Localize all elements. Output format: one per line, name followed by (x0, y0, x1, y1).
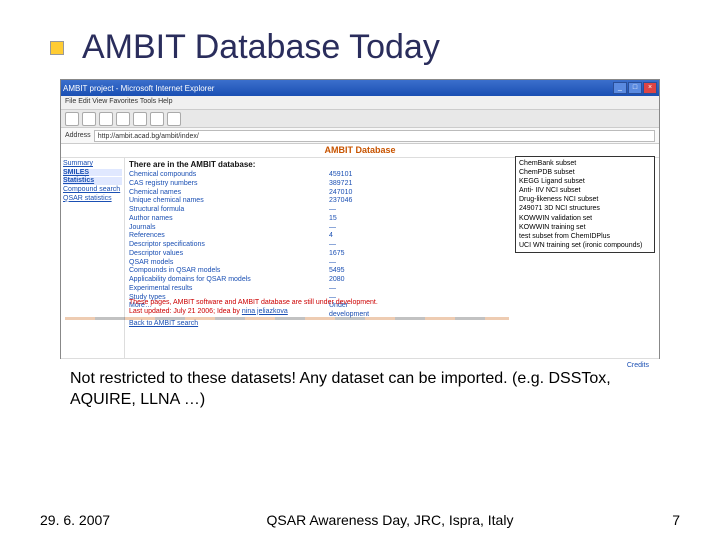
favorites-icon[interactable] (167, 112, 181, 126)
stat-value: — (329, 224, 389, 233)
stat-row: Experimental results— (129, 285, 655, 294)
menubar[interactable]: File Edit View Favorites Tools Help (61, 96, 659, 110)
search-icon[interactable] (150, 112, 164, 126)
stat-label: Author names (129, 215, 329, 224)
slide-page-number: 7 (650, 512, 680, 528)
stat-value: 4 (329, 232, 389, 241)
stat-label: Experimental results (129, 285, 329, 294)
stat-value: 2080 (329, 276, 389, 285)
dataset-item: KOWWIN validation set (519, 214, 651, 223)
stat-label: Chemical compounds (129, 171, 329, 180)
window-titlebar: AMBIT project - Microsoft Internet Explo… (61, 80, 659, 96)
back-link[interactable]: Back to AMBIT search (129, 320, 329, 329)
stat-label: Unique chemical names (129, 197, 329, 206)
slide-event: QSAR Awareness Day, JRC, Ispra, Italy (130, 512, 650, 528)
stat-value: 389721 (329, 180, 389, 189)
slide-date: 29. 6. 2007 (40, 512, 130, 528)
sidebar: Summary SMILES Statistics Compound searc… (61, 158, 125, 358)
sidebar-item-smiles[interactable]: SMILES (63, 169, 122, 177)
stat-value: 15 (329, 215, 389, 224)
stat-value: 237046 (329, 197, 389, 206)
stat-value: 1675 (329, 250, 389, 259)
credits-footer: Credits (61, 358, 659, 372)
close-button[interactable]: × (643, 82, 657, 94)
address-label: Address (65, 132, 91, 139)
dataset-item: ChemPDB subset (519, 168, 651, 177)
sidebar-item-summary[interactable]: Summary (63, 160, 122, 168)
minimize-button[interactable]: _ (613, 82, 627, 94)
forward-icon[interactable] (82, 112, 96, 126)
stat-row: Compounds in QSAR models5495 (129, 267, 655, 276)
window-title: AMBIT project - Microsoft Internet Explo… (63, 84, 214, 93)
maximize-button[interactable]: □ (628, 82, 642, 94)
browser-screenshot: AMBIT project - Microsoft Internet Explo… (60, 79, 660, 359)
sidebar-item-compound-search[interactable]: Compound search (63, 186, 122, 194)
title-bullet (50, 41, 64, 55)
credits-link[interactable]: Credits (627, 362, 649, 369)
stat-label: Descriptor values (129, 250, 329, 259)
stat-value: — (329, 241, 389, 250)
dev-note: These pages, AMBIT software and AMBIT da… (129, 299, 378, 316)
main-content: There are in the AMBIT database: Chemica… (125, 158, 659, 358)
stat-value: 247010 (329, 189, 389, 198)
dataset-item: KEGG Ligand subset (519, 177, 651, 186)
stat-label: Chemical names (129, 189, 329, 198)
slide-caption: Not restricted to these datasets! Any da… (70, 369, 650, 411)
dataset-item: KOWWIN training set (519, 223, 651, 232)
home-icon[interactable] (133, 112, 147, 126)
dataset-item: ChemBank subset (519, 159, 651, 168)
stat-label: Descriptor specifications (129, 241, 329, 250)
dataset-item: test subset from ChemIDPlus (519, 232, 651, 241)
stat-value: — (329, 206, 389, 215)
dataset-item: Anti- IIV NCI subset (519, 186, 651, 195)
url-field[interactable]: http://ambit.acad.bg/ambit/index/ (94, 130, 655, 142)
sidebar-item-qsar-stats[interactable]: QSAR statistics (63, 195, 122, 203)
datasets-popup: ChemBank subsetChemPDB subsetKEGG Ligand… (515, 156, 655, 253)
stat-label: CAS registry numbers (129, 180, 329, 189)
stat-value: 5495 (329, 267, 389, 276)
dataset-item: Drug-likeness NCI subset (519, 195, 651, 204)
slide-title: AMBIT Database Today (82, 28, 440, 67)
progress-bar (65, 317, 509, 320)
sidebar-item-statistics[interactable]: Statistics (63, 177, 122, 185)
stat-label: Applicability domains for QSAR models (129, 276, 329, 285)
stat-label: References (129, 232, 329, 241)
address-bar: Address http://ambit.acad.bg/ambit/index… (61, 128, 659, 144)
stop-icon[interactable] (99, 112, 113, 126)
dev-note-line2: Last updated: July 21 2006; Idea by (129, 308, 242, 315)
stat-label: Journals (129, 224, 329, 233)
stat-value: — (329, 285, 389, 294)
stat-label: QSAR models (129, 259, 329, 268)
stat-row: QSAR models— (129, 259, 655, 268)
author-link[interactable]: nina jeliazkova (242, 308, 288, 315)
stat-value: — (329, 259, 389, 268)
stat-label: Structural formula (129, 206, 329, 215)
stat-value: 459101 (329, 171, 389, 180)
refresh-icon[interactable] (116, 112, 130, 126)
toolbar (61, 110, 659, 128)
stat-label: Compounds in QSAR models (129, 267, 329, 276)
dataset-item: UCI WN training set (ironic compounds) (519, 241, 651, 250)
back-icon[interactable] (65, 112, 79, 126)
dataset-item: 249071 3D NCI structures (519, 204, 651, 213)
dev-note-line1: These pages, AMBIT software and AMBIT da… (129, 299, 378, 307)
stat-row: Applicability domains for QSAR models208… (129, 276, 655, 285)
